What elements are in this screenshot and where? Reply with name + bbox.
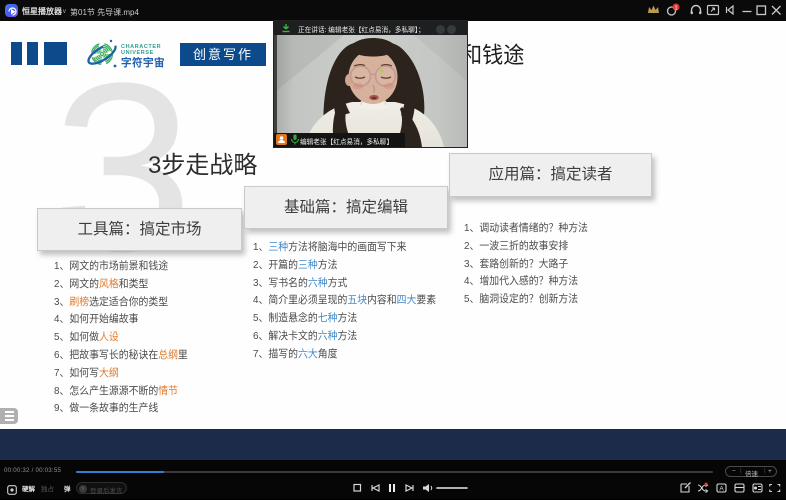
svg-text:A: A xyxy=(719,486,724,493)
svg-text:1: 1 xyxy=(674,5,677,11)
